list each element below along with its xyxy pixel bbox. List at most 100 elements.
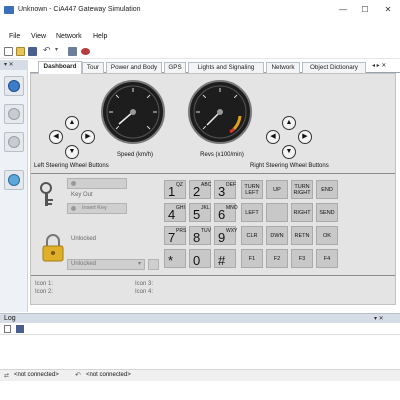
revs-gauge [188, 80, 252, 144]
network-config-icon[interactable] [68, 47, 77, 56]
lock-state-dropdown[interactable]: Unlocked ▾ [67, 259, 145, 270]
close-button[interactable]: ✕ [383, 5, 393, 15]
icon-3-label: Icon 3: [135, 281, 154, 287]
save-icon[interactable] [28, 47, 37, 56]
tab-network[interactable]: Network [266, 62, 300, 73]
tab-strip: Dashboard Tour Power and Body GPS Lights… [30, 61, 400, 74]
info-button[interactable] [4, 170, 24, 190]
keypad-key-9[interactable]: 9 WXY [214, 226, 237, 245]
keypad-key-2[interactable]: 2 ABC [189, 180, 211, 199]
f2-key[interactable]: F2 [266, 249, 288, 268]
chevron-down-icon: ▾ [137, 261, 141, 267]
minimize-button[interactable]: — [338, 5, 348, 15]
left-steering-down-button[interactable]: ▼ [65, 145, 79, 159]
return-key[interactable]: RETN [291, 226, 313, 245]
stop-icon [8, 108, 20, 120]
left-key[interactable]: LEFT [241, 203, 263, 222]
f4-key[interactable]: F4 [316, 249, 338, 268]
ok-key[interactable]: OK [316, 226, 338, 245]
down-key[interactable]: DWN [266, 226, 288, 245]
insert-key-button[interactable]: Insert Key [67, 203, 127, 214]
status-left-text: <not connected> [14, 372, 59, 378]
send-key[interactable]: SEND [316, 203, 338, 222]
left-steering-right-button[interactable]: ▶ [81, 130, 95, 144]
revs-gauge-label: Revs (x100/min) [200, 152, 244, 158]
tab-power-and-body[interactable]: Power and Body [106, 62, 162, 73]
keypad-key-4[interactable]: 4 GHI [164, 203, 186, 222]
play-icon [8, 80, 20, 92]
speed-gauge-dial [106, 85, 160, 139]
disconnect-icon[interactable] [81, 48, 90, 55]
f3-key[interactable]: F3 [291, 249, 313, 268]
dropdown-arrow-icon[interactable]: ▾ [55, 46, 58, 53]
right-steering-down-button[interactable]: ▼ [282, 145, 296, 159]
key-out-label: Key Out [71, 192, 93, 198]
tab-gps[interactable]: GPS [164, 62, 186, 73]
left-dock: ▾ ✕ [0, 60, 28, 312]
connection-icon: ⇄ [4, 373, 10, 379]
keypad-key-8[interactable]: 8 TUV [189, 226, 211, 245]
up-key[interactable]: UP [266, 180, 288, 199]
keypad-key-7[interactable]: 7 PRS [164, 226, 186, 245]
lock-status-text: Unlocked [71, 236, 97, 242]
right-steering-right-button[interactable]: ▶ [298, 130, 312, 144]
menu-file[interactable]: File [9, 33, 20, 40]
menu-network[interactable]: Network [56, 33, 82, 40]
key-out-top-button[interactable] [67, 178, 127, 189]
keypad-key-6[interactable]: 6 MNO [214, 203, 238, 222]
log-header-controls[interactable]: ▾ ✕ [374, 315, 384, 322]
keypad-key-5[interactable]: 5 JKL [189, 203, 211, 222]
undo-status-icon: ↶ [75, 372, 81, 379]
lock-action-button[interactable] [148, 259, 159, 270]
right-key[interactable]: RIGHT [291, 203, 313, 222]
toolbar: ↶ ▾ [0, 45, 400, 59]
section-divider-top [31, 173, 395, 174]
undo-icon[interactable]: ↶ [43, 45, 51, 56]
log-output[interactable] [0, 335, 400, 368]
turn-left-key[interactable]: TURN LEFT [241, 180, 263, 199]
lock-state-dropdown-value: Unlocked [71, 261, 97, 267]
center-blank-key[interactable] [266, 203, 288, 222]
keypad-key-hash[interactable]: # [214, 249, 236, 268]
keypad-key-3[interactable]: 3 DEF [214, 180, 236, 199]
right-steering-left-button[interactable]: ◀ [266, 130, 280, 144]
log-clear-icon[interactable] [4, 325, 11, 333]
reset-icon [8, 136, 20, 148]
window-title: Unknown - CiA447 Gateway Simulation [18, 6, 141, 13]
padlock-icon [42, 234, 64, 262]
turn-right-key[interactable]: TURN RIGHT [291, 180, 313, 199]
left-steering-up-button[interactable]: ▲ [65, 116, 79, 130]
tab-tour[interactable]: Tour [82, 62, 104, 73]
menu-help[interactable]: Help [93, 33, 107, 40]
right-steering-up-button[interactable]: ▲ [282, 116, 296, 130]
f1-key[interactable]: F1 [241, 249, 263, 268]
dock-header-controls[interactable]: ▾ ✕ [4, 61, 14, 68]
revs-gauge-dial [193, 85, 247, 139]
left-steering-left-button[interactable]: ◀ [49, 130, 63, 144]
keypad-key-1[interactable]: 1 QZ [164, 180, 186, 199]
stop-button[interactable] [4, 104, 24, 124]
tab-object-dictionary[interactable]: Object Dictionary [302, 62, 366, 73]
icon-2-label: Icon 2: [35, 289, 54, 295]
insert-key-icon [71, 206, 76, 211]
reset-button[interactable] [4, 132, 24, 152]
car-key-icon [40, 182, 53, 206]
log-save-icon[interactable] [16, 325, 24, 333]
key-out-top-icon [71, 181, 76, 186]
log-header: Log ▾ ✕ [0, 313, 400, 323]
tab-scroll-controls[interactable]: ◂ ▸ ✕ [372, 62, 386, 69]
keypad-key-0[interactable]: 0 [189, 249, 211, 268]
new-file-icon[interactable] [4, 47, 13, 56]
open-folder-icon[interactable] [16, 47, 25, 56]
keypad-key-star[interactable]: * [164, 249, 186, 268]
clr-key[interactable]: CLR [241, 226, 263, 245]
play-button[interactable] [4, 76, 24, 96]
status-bar: ⇄ <not connected> ↶ <not connected> [0, 369, 400, 381]
maximize-button[interactable]: ☐ [360, 5, 370, 15]
title-bar: Unknown - CiA447 Gateway Simulation — ☐ … [0, 0, 400, 20]
tab-lights-and-signaling[interactable]: Lights and Signaling [188, 62, 264, 73]
tab-dashboard[interactable]: Dashboard [38, 61, 82, 74]
speed-gauge-label: Speed (km/h) [116, 152, 153, 158]
end-key[interactable]: END [316, 180, 338, 199]
menu-view[interactable]: View [31, 33, 46, 40]
